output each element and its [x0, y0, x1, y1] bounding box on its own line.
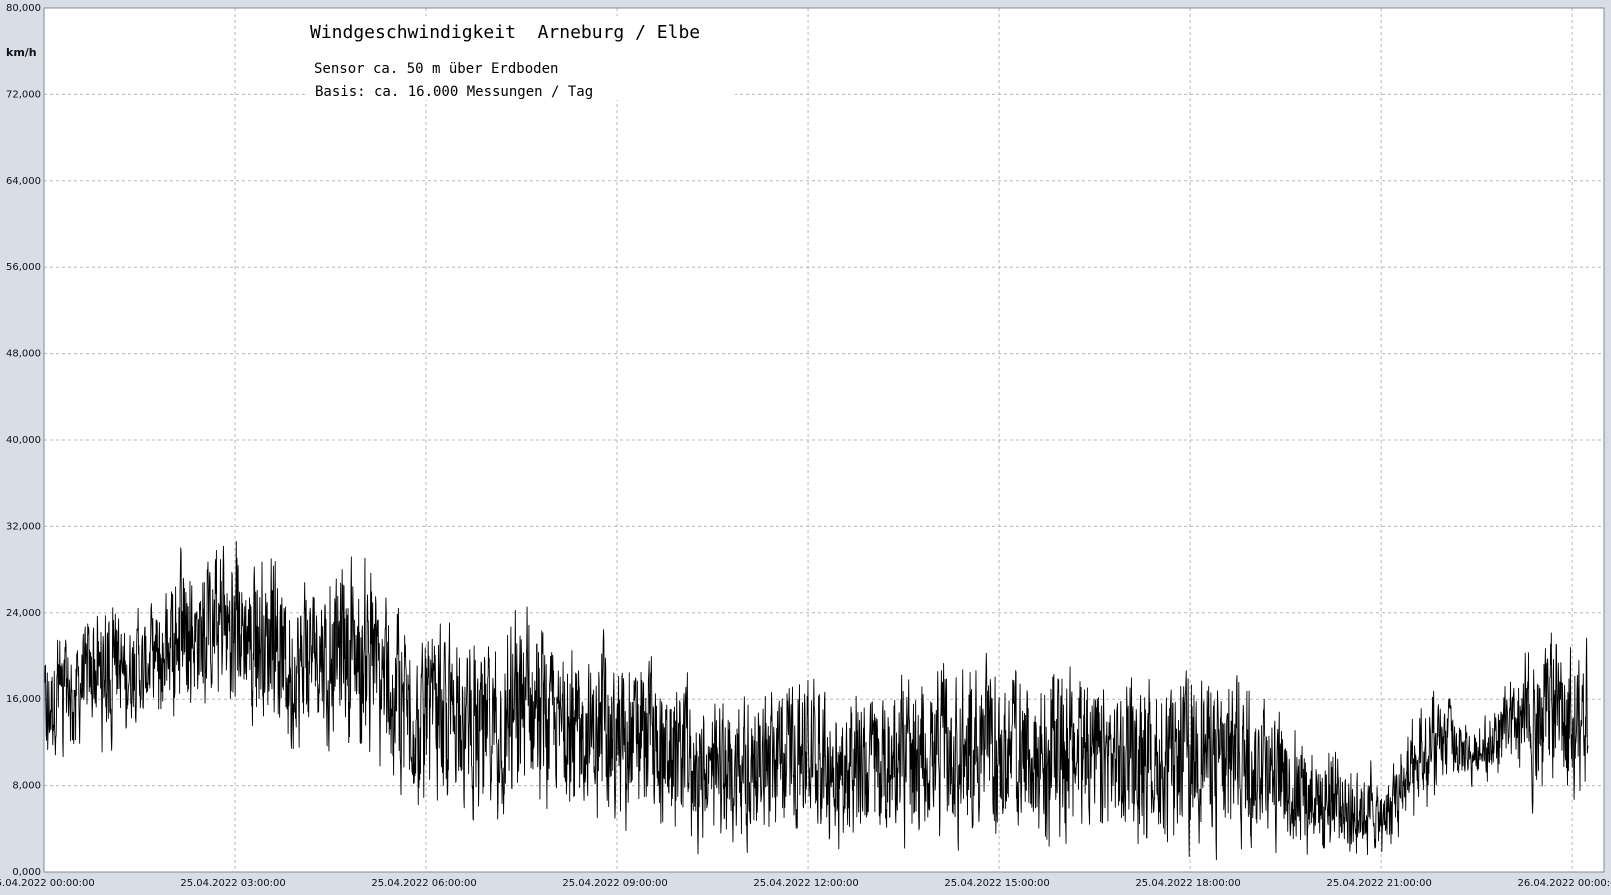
- y-tick-label: 0,000: [12, 867, 41, 878]
- x-tick-label: 25.04.2022 06:00:00: [371, 878, 476, 889]
- y-tick-label: 16,000: [6, 694, 41, 705]
- y-tick-label: 80,000: [6, 3, 41, 14]
- y-axis-unit-label: km/h: [6, 46, 37, 59]
- y-tick-label: 40,000: [6, 435, 41, 446]
- x-tick-label: 25.04.2022 21:00:00: [1326, 878, 1431, 889]
- y-tick-label: 8,000: [12, 781, 41, 792]
- y-tick-label: 24,000: [6, 608, 41, 619]
- x-tick-label: 25.04.2022 12:00:00: [753, 878, 858, 889]
- y-tick-label: 64,000: [6, 176, 41, 187]
- x-tick-label: 26.04.2022 00:00:00: [1517, 878, 1611, 889]
- y-tick-label: 48,000: [6, 349, 41, 360]
- x-tick-label: 25.04.2022 09:00:00: [562, 878, 667, 889]
- chart-title: Windgeschwindigkeit Arneburg / Elbe: [310, 22, 700, 43]
- x-tick-label: 25.04.2022 00:00:00: [0, 878, 95, 889]
- subtitle-sensor: Sensor ca. 50 m über Erdboden: [314, 61, 558, 77]
- x-axis-ticks: 25.04.2022 00:00:00 25.04.2022 03:00:00 25…: [0, 878, 1611, 889]
- x-tick-label: 25.04.2022 18:00:00: [1135, 878, 1240, 889]
- y-tick-label: 72,000: [6, 89, 41, 100]
- chart-container: 0,000 8,000 16,000 24,000 32,000 40,000 48,000…: [0, 0, 1611, 895]
- y-tick-label: 32,000: [6, 521, 41, 532]
- x-tick-label: 25.04.2022 03:00:00: [180, 878, 285, 889]
- x-tick-label: 25.04.2022 15:00:00: [944, 878, 1049, 889]
- subtitle-basis: Basis: ca. 16.000 Messungen / Tag: [315, 84, 593, 100]
- y-tick-label: 56,000: [6, 262, 41, 273]
- wind-speed-chart: 0,000 8,000 16,000 24,000 32,000 40,000 48,000…: [0, 0, 1611, 895]
